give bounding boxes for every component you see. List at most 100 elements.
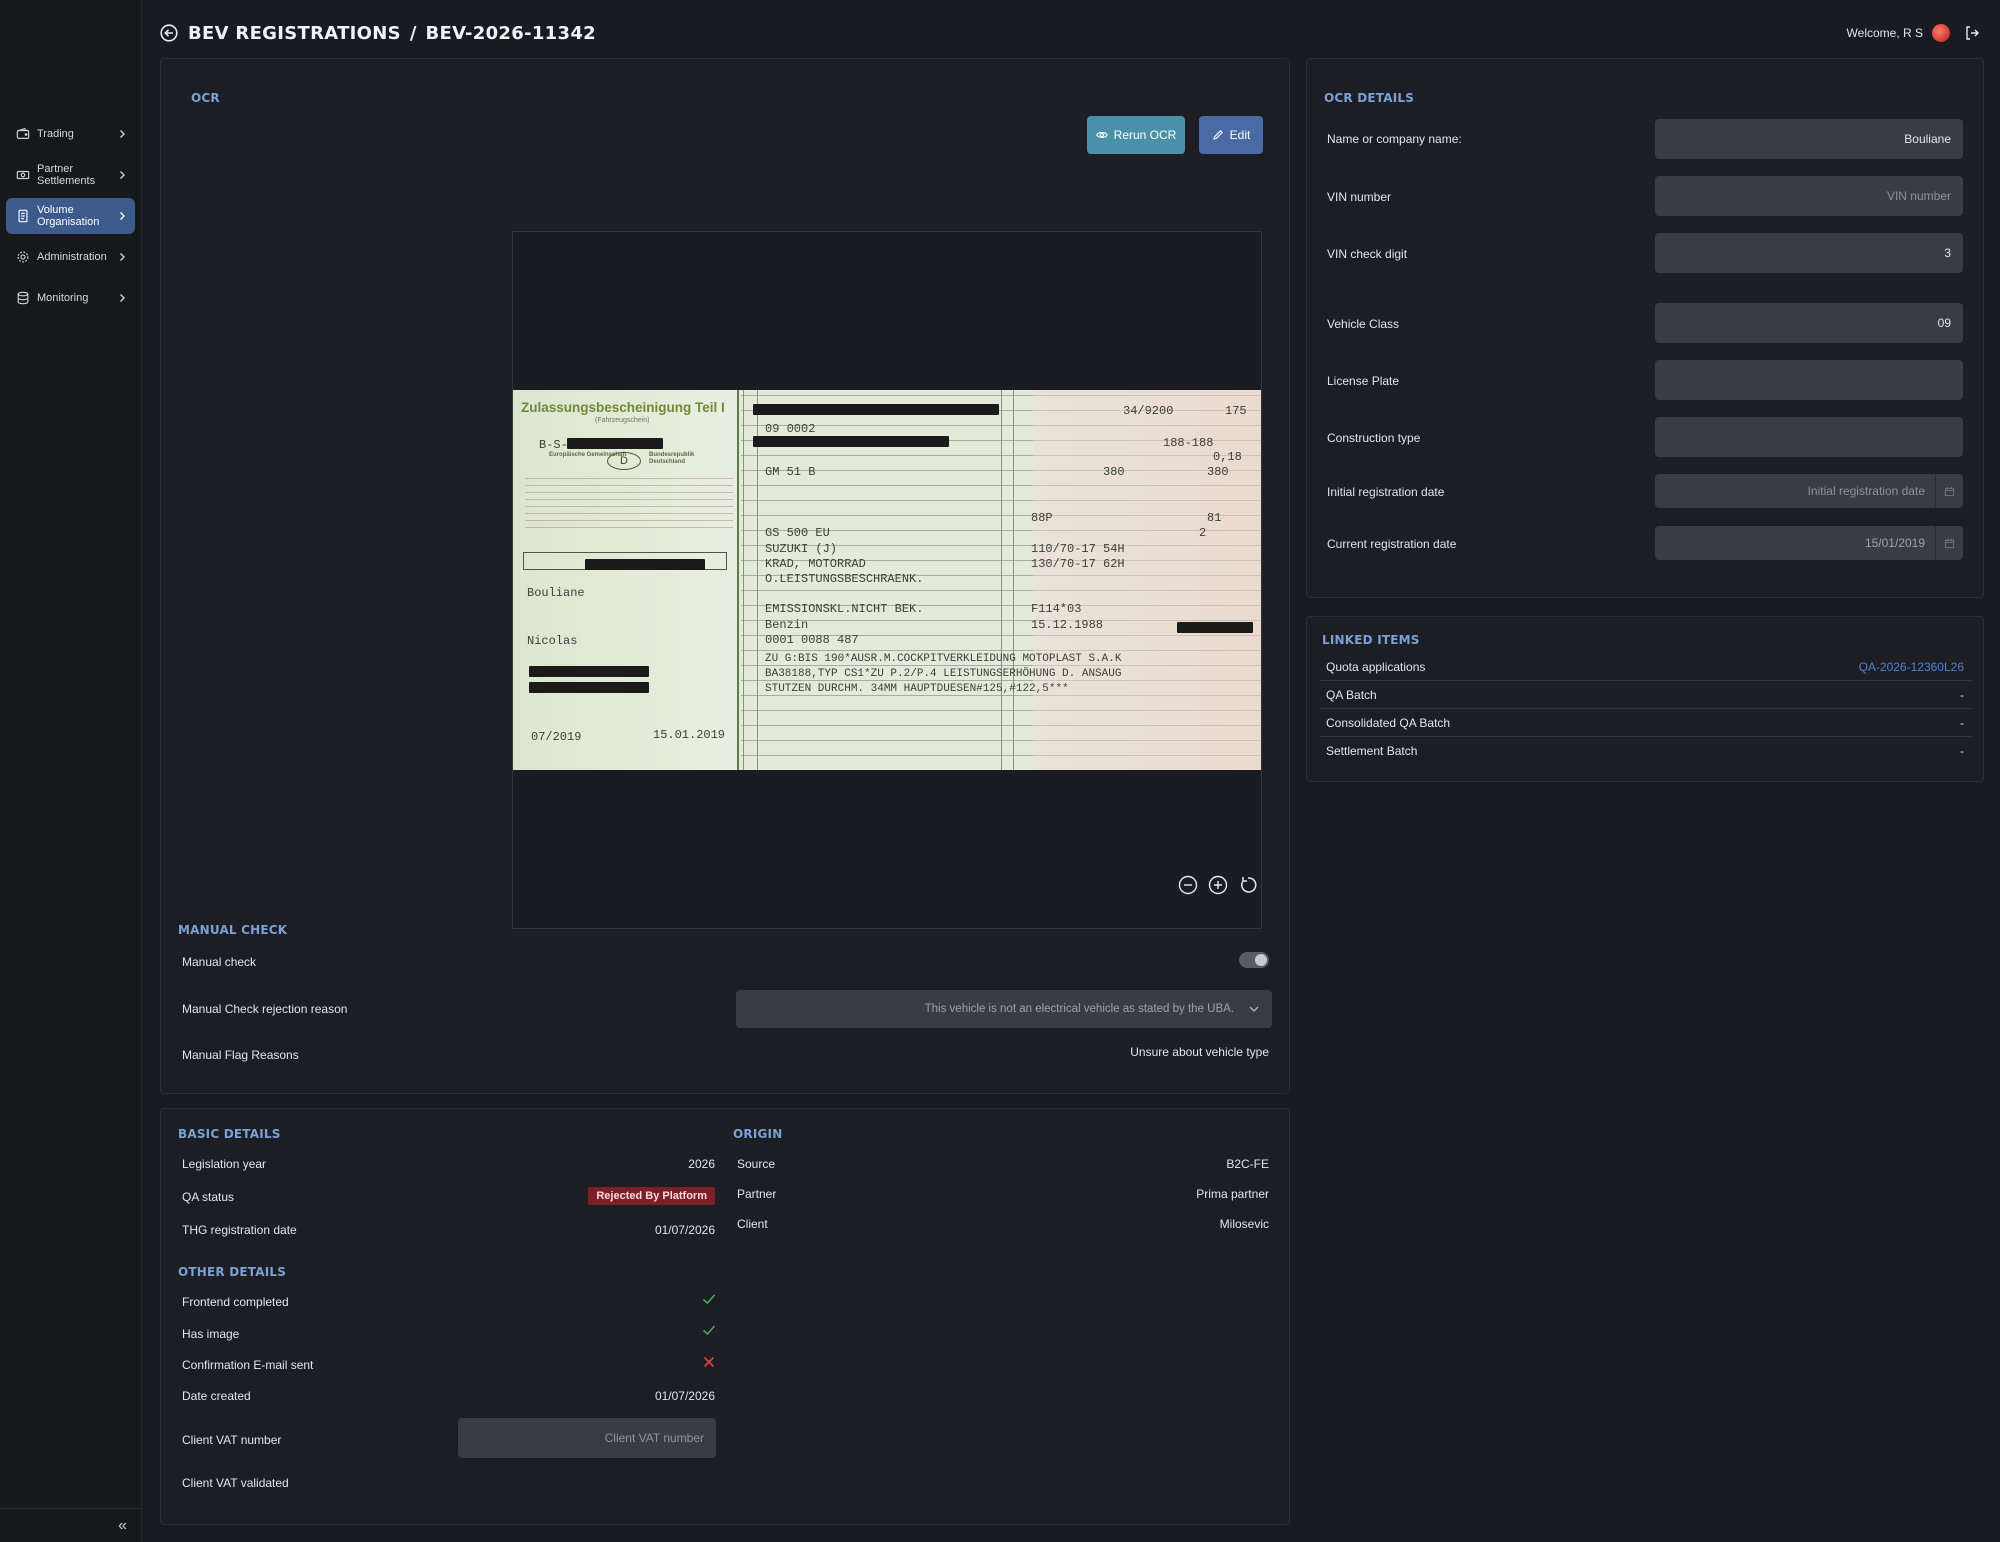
doc-ocr-line: STUTZEN DURCHM. 34MM HAUPTDUESEN#125,#12…	[765, 683, 1069, 695]
linked-item-label: Settlement Batch	[1326, 744, 1418, 758]
doc-date-left: 07/2019	[531, 730, 582, 744]
linked-item-row: Consolidated QA Batch -	[1320, 709, 1972, 737]
legislation-year-value: 2026	[688, 1157, 715, 1171]
sidebar-item-label: Trading	[37, 128, 74, 140]
manual-check-toggle[interactable]	[1239, 952, 1269, 968]
other-details-title: OTHER DETAILS	[178, 1265, 287, 1279]
thg-date-label: THG registration date	[182, 1223, 297, 1237]
calendar-icon	[1944, 486, 1955, 496]
initial-registration-field[interactable]	[1655, 474, 1963, 508]
source-value: B2C-FE	[1226, 1157, 1269, 1171]
collapse-sidebar-button[interactable]: «	[0, 1508, 141, 1542]
sidebar-item-label: Partner Settlements	[37, 163, 96, 187]
current-registration-field[interactable]	[1655, 526, 1963, 560]
vin-check-field[interactable]	[1655, 233, 1963, 273]
sidebar-item-label: Volume Organisation	[37, 204, 100, 228]
back-arrow-icon[interactable]	[160, 24, 178, 42]
edit-label: Edit	[1229, 128, 1251, 142]
ocr-details-panel: OCR DETAILS Name or company name: VIN nu…	[1306, 58, 1984, 598]
has-image-label: Has image	[182, 1327, 240, 1341]
status-badge: Rejected By Platform	[588, 1187, 715, 1205]
doc-right-value: 81	[1207, 511, 1222, 525]
cross-icon	[703, 1356, 715, 1368]
rejection-reason-select[interactable]: This vehicle is not an electrical vehicl…	[736, 990, 1272, 1028]
calendar-button[interactable]	[1935, 474, 1963, 508]
user-area: Welcome, R S	[1847, 24, 1980, 42]
breadcrumb-separator: /	[409, 22, 417, 44]
calendar-icon	[1944, 538, 1955, 548]
doc-right-value: F114*03	[1031, 602, 1082, 616]
quota-application-link[interactable]: QA-2026-12360L26	[1859, 660, 1972, 674]
ocr-panel: OCR Rerun OCR Edit Zulassungsbescheinigu…	[160, 58, 1290, 1094]
linked-items-title: LINKED ITEMS	[1322, 633, 1420, 647]
zoom-controls	[1178, 875, 1268, 895]
chevron-right-icon	[120, 253, 125, 261]
date-created-value: 01/07/2026	[654, 1389, 715, 1403]
doc-right-value: 188-188	[1163, 436, 1214, 450]
manual-check-title: MANUAL CHECK	[178, 923, 288, 937]
avatar[interactable]	[1932, 24, 1950, 42]
logout-icon[interactable]	[1964, 25, 1980, 41]
vehicle-class-field[interactable]	[1655, 303, 1963, 343]
construction-type-field[interactable]	[1655, 417, 1963, 457]
frontend-completed-label: Frontend completed	[182, 1295, 289, 1309]
breadcrumb-section[interactable]: BEV REGISTRATIONS	[188, 23, 401, 44]
welcome-text: Welcome, R S	[1846, 26, 1923, 40]
doc-ocr-line: KRAD, MOTORRAD	[765, 557, 866, 571]
doc-ocr-line: GM 51 B	[765, 465, 816, 479]
basic-details-title: BASIC DETAILS	[178, 1127, 281, 1141]
details-panel: BASIC DETAILS Legislation year 2026 QA s…	[160, 1108, 1290, 1525]
sidebar-nav: Trading Partner Settlements Volume Organ…	[6, 116, 135, 321]
document-icon	[18, 209, 28, 223]
rotate-icon[interactable]	[1238, 875, 1258, 895]
linked-item-row: Quota applications QA-2026-12360L26	[1320, 653, 1972, 681]
source-label: Source	[737, 1157, 776, 1171]
linked-item-label: QA Batch	[1326, 687, 1377, 702]
doc-ocr-line: ZU G:BIS 190*AUSR.M.COCKPITVERKLEIDUNG M…	[765, 653, 1122, 665]
name-field[interactable]	[1655, 119, 1963, 159]
doc-ocr-line: 0001 0088 487	[765, 633, 859, 647]
rerun-ocr-button[interactable]: Rerun OCR	[1087, 116, 1185, 154]
sidebar-item-label: Administration	[37, 251, 107, 263]
chevron-down-icon	[1249, 1006, 1259, 1012]
page-header: BEV REGISTRATIONS / BEV-2026-11342 Welco…	[160, 20, 1980, 46]
money-icon	[16, 170, 30, 180]
calendar-button[interactable]	[1935, 526, 1963, 560]
partner-label: Partner	[737, 1187, 777, 1201]
linked-item-label: Consolidated QA Batch	[1326, 715, 1451, 730]
sidebar-item-partner-settlements[interactable]: Partner Settlements	[6, 157, 135, 193]
doc-country-oval: D	[607, 452, 641, 470]
document-image-viewer[interactable]: Zulassungsbescheinigung Teil I (Fahrzeug…	[512, 231, 1262, 929]
linked-item-value: -	[1960, 687, 1964, 702]
sidebar: Trading Partner Settlements Volume Organ…	[0, 0, 142, 1542]
client-value: Milosevic	[1219, 1217, 1269, 1231]
flag-reasons-value: Unsure about vehicle type	[1130, 1045, 1269, 1059]
sidebar-item-administration[interactable]: Administration	[6, 239, 135, 275]
vin-field[interactable]	[1655, 176, 1963, 216]
linked-item-value: -	[1960, 744, 1964, 758]
doc-ocr-line: SUZUKI (J)	[765, 542, 838, 556]
confirmation-email-label: Confirmation E-mail sent	[182, 1358, 314, 1372]
sidebar-item-volume-organisation[interactable]: Volume Organisation	[6, 198, 135, 234]
doc-ocr-line: Benzin	[765, 618, 809, 632]
double-chevron-left-icon: «	[118, 1516, 127, 1534]
sidebar-item-trading[interactable]: Trading	[6, 116, 135, 152]
doc-right-value: 110/70-17 54H	[1031, 542, 1125, 556]
linked-item-value: -	[1960, 715, 1964, 730]
chevron-right-icon	[120, 294, 125, 302]
doc-title: Zulassungsbescheinigung Teil I	[521, 400, 725, 415]
zoom-out-icon[interactable]	[1178, 875, 1198, 895]
zoom-in-icon[interactable]	[1208, 875, 1228, 895]
sidebar-item-monitoring[interactable]: Monitoring	[6, 280, 135, 316]
client-vat-input[interactable]	[458, 1418, 716, 1458]
doc-date-right: 15.01.2019	[653, 728, 726, 742]
doc-right-value: 130/70-17 62H	[1031, 557, 1125, 571]
linked-item-row: QA Batch -	[1320, 681, 1972, 709]
vin-check-label: VIN check digit	[1327, 247, 1408, 261]
linked-item-label: Quota applications	[1326, 659, 1426, 674]
legislation-year-label: Legislation year	[182, 1157, 267, 1171]
gear-icon	[17, 251, 29, 263]
doc-right-value: 0,18	[1213, 450, 1242, 464]
license-plate-field[interactable]	[1655, 360, 1963, 400]
edit-button[interactable]: Edit	[1199, 116, 1263, 154]
